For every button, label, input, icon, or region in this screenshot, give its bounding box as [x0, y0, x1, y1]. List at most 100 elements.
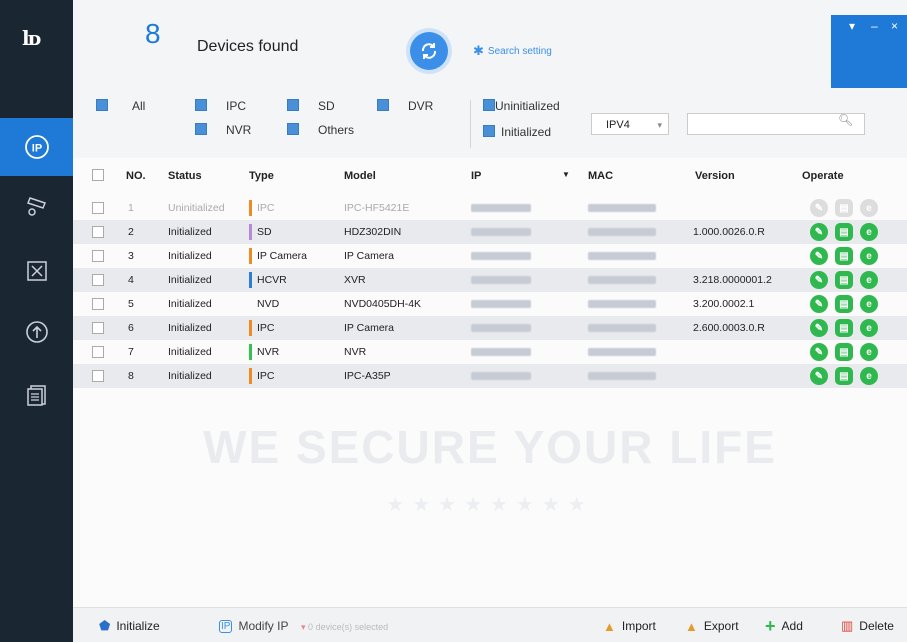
- details-icon[interactable]: ▤: [835, 367, 853, 385]
- table-row[interactable]: 1 Uninitialized IPC IPC-HF5421E ✎ ▤ e: [73, 196, 907, 220]
- row-checkbox[interactable]: [92, 274, 104, 286]
- edit-icon[interactable]: ✎: [810, 319, 828, 337]
- row-ip-redacted: [471, 228, 531, 236]
- row-no: 7: [128, 346, 134, 358]
- row-model: XVR: [344, 274, 366, 286]
- row-type: SD: [257, 226, 272, 238]
- details-icon[interactable]: ▤: [835, 247, 853, 265]
- close-icon[interactable]: ×: [891, 19, 898, 33]
- export-button[interactable]: ▲ Export: [685, 616, 739, 636]
- table-row[interactable]: 8 Initialized IPC IPC-A35P ✎ ▤ e: [73, 364, 907, 388]
- nav-upgrade[interactable]: [0, 303, 73, 361]
- type-color-bar: [249, 368, 252, 384]
- row-status: Initialized: [168, 322, 212, 334]
- row-model: NVR: [344, 346, 367, 358]
- shield-icon: ⬟: [99, 618, 111, 633]
- table-row[interactable]: 3 Initialized IP Camera IP Camera ✎ ▤ e: [73, 244, 907, 268]
- table-row[interactable]: 5 Initialized NVD NVD0405DH-4K 3.200.0002.1 ✎…: [73, 292, 907, 316]
- watermark-text: WE SECURE YOUR LIFE: [203, 421, 777, 473]
- initialize-button[interactable]: ⬟ Initialize: [99, 616, 160, 636]
- row-no: 4: [128, 274, 134, 286]
- row-checkbox[interactable]: [92, 346, 104, 358]
- nav-ip-config[interactable]: IP: [0, 118, 73, 176]
- add-button[interactable]: + Add: [765, 616, 803, 636]
- checkbox-ipc[interactable]: [195, 99, 207, 111]
- filter-bar: All IPC SD DVR NVR Others Uninitialized …: [73, 88, 907, 158]
- row-mac-redacted: [588, 228, 656, 236]
- nav-camera-config[interactable]: [0, 176, 73, 234]
- checkbox-dvr[interactable]: [377, 99, 389, 111]
- details-icon[interactable]: ▤: [835, 271, 853, 289]
- web-icon[interactable]: e: [860, 343, 878, 361]
- row-checkbox[interactable]: [92, 322, 104, 334]
- checkbox-all[interactable]: [96, 99, 108, 111]
- select-all-checkbox[interactable]: [92, 169, 104, 181]
- main-panel: 8 Devices found ✱ Search setting ▾ – × A…: [73, 0, 907, 642]
- minimize-icon[interactable]: –: [871, 19, 878, 33]
- table-row[interactable]: 4 Initialized HCVR XVR 3.218.0000001.2 ✎ ▤ e: [73, 268, 907, 292]
- row-type: IPC: [257, 202, 275, 214]
- row-checkbox[interactable]: [92, 226, 104, 238]
- row-checkbox[interactable]: [92, 250, 104, 262]
- col-mac[interactable]: MAC: [588, 170, 613, 182]
- checkbox-sd[interactable]: [287, 99, 299, 111]
- web-icon[interactable]: e: [860, 367, 878, 385]
- menu-icon[interactable]: ▾: [849, 19, 855, 33]
- nav-tools[interactable]: [0, 242, 73, 300]
- row-checkbox[interactable]: [92, 298, 104, 310]
- row-checkbox[interactable]: [92, 370, 104, 382]
- row-checkbox[interactable]: [92, 202, 104, 214]
- search-icon[interactable]: 🔍︎: [838, 113, 853, 127]
- checkbox-nvr[interactable]: [195, 123, 207, 135]
- col-status[interactable]: Status: [168, 170, 202, 182]
- details-icon[interactable]: ▤: [835, 223, 853, 241]
- details-icon[interactable]: ▤: [835, 343, 853, 361]
- nav-docs[interactable]: [0, 366, 73, 424]
- edit-icon[interactable]: ✎: [810, 199, 828, 217]
- import-button[interactable]: ▲ Import: [603, 616, 656, 636]
- web-icon[interactable]: e: [860, 295, 878, 313]
- edit-icon[interactable]: ✎: [810, 247, 828, 265]
- row-version: 3.200.0002.1: [693, 298, 755, 310]
- web-icon[interactable]: e: [860, 223, 878, 241]
- edit-icon[interactable]: ✎: [810, 343, 828, 361]
- refresh-button[interactable]: [410, 32, 448, 70]
- selected-info: ▾ 0 device(s) selected: [301, 622, 388, 633]
- web-icon[interactable]: e: [860, 319, 878, 337]
- web-icon[interactable]: e: [860, 247, 878, 265]
- row-model: NVD0405DH-4K: [344, 298, 422, 310]
- documents-icon: [26, 385, 46, 406]
- edit-icon[interactable]: ✎: [810, 271, 828, 289]
- sort-down-icon[interactable]: ▼: [562, 170, 570, 179]
- upload-icon: [25, 321, 48, 343]
- row-version: 2.600.0003.0.R: [693, 322, 765, 334]
- col-type[interactable]: Type: [249, 170, 274, 182]
- col-no[interactable]: NO.: [126, 170, 146, 182]
- web-icon[interactable]: e: [860, 199, 878, 217]
- row-status: Initialized: [168, 226, 212, 238]
- row-type: NVD: [257, 298, 280, 310]
- details-icon[interactable]: ▤: [835, 199, 853, 217]
- search-setting-link[interactable]: ✱ Search setting: [473, 43, 552, 59]
- checkbox-uninitialized[interactable]: [483, 99, 495, 111]
- ip-version-select[interactable]: IPV4 ▾: [591, 113, 669, 135]
- table-row[interactable]: 2 Initialized SD HDZ302DIN 1.000.0026.0.R ✎ ▤ e: [73, 220, 907, 244]
- checkbox-initialized[interactable]: [483, 125, 495, 137]
- edit-icon[interactable]: ✎: [810, 295, 828, 313]
- details-icon[interactable]: ▤: [835, 319, 853, 337]
- details-icon[interactable]: ▤: [835, 295, 853, 313]
- row-ip-redacted: [471, 252, 531, 260]
- col-model[interactable]: Model: [344, 170, 376, 182]
- modify-ip-button[interactable]: IP Modify IP: [219, 616, 288, 636]
- col-version[interactable]: Version: [695, 170, 735, 182]
- delete-button[interactable]: ▥ Delete: [841, 616, 894, 636]
- web-icon[interactable]: e: [860, 271, 878, 289]
- col-ip[interactable]: IP: [471, 170, 481, 182]
- refresh-icon: [421, 43, 437, 59]
- edit-icon[interactable]: ✎: [810, 223, 828, 241]
- checkbox-others[interactable]: [287, 123, 299, 135]
- edit-icon[interactable]: ✎: [810, 367, 828, 385]
- row-mac-redacted: [588, 276, 656, 284]
- table-row[interactable]: 6 Initialized IPC IP Camera 2.600.0003.0.R ✎ ▤…: [73, 316, 907, 340]
- table-row[interactable]: 7 Initialized NVR NVR ✎ ▤ e: [73, 340, 907, 364]
